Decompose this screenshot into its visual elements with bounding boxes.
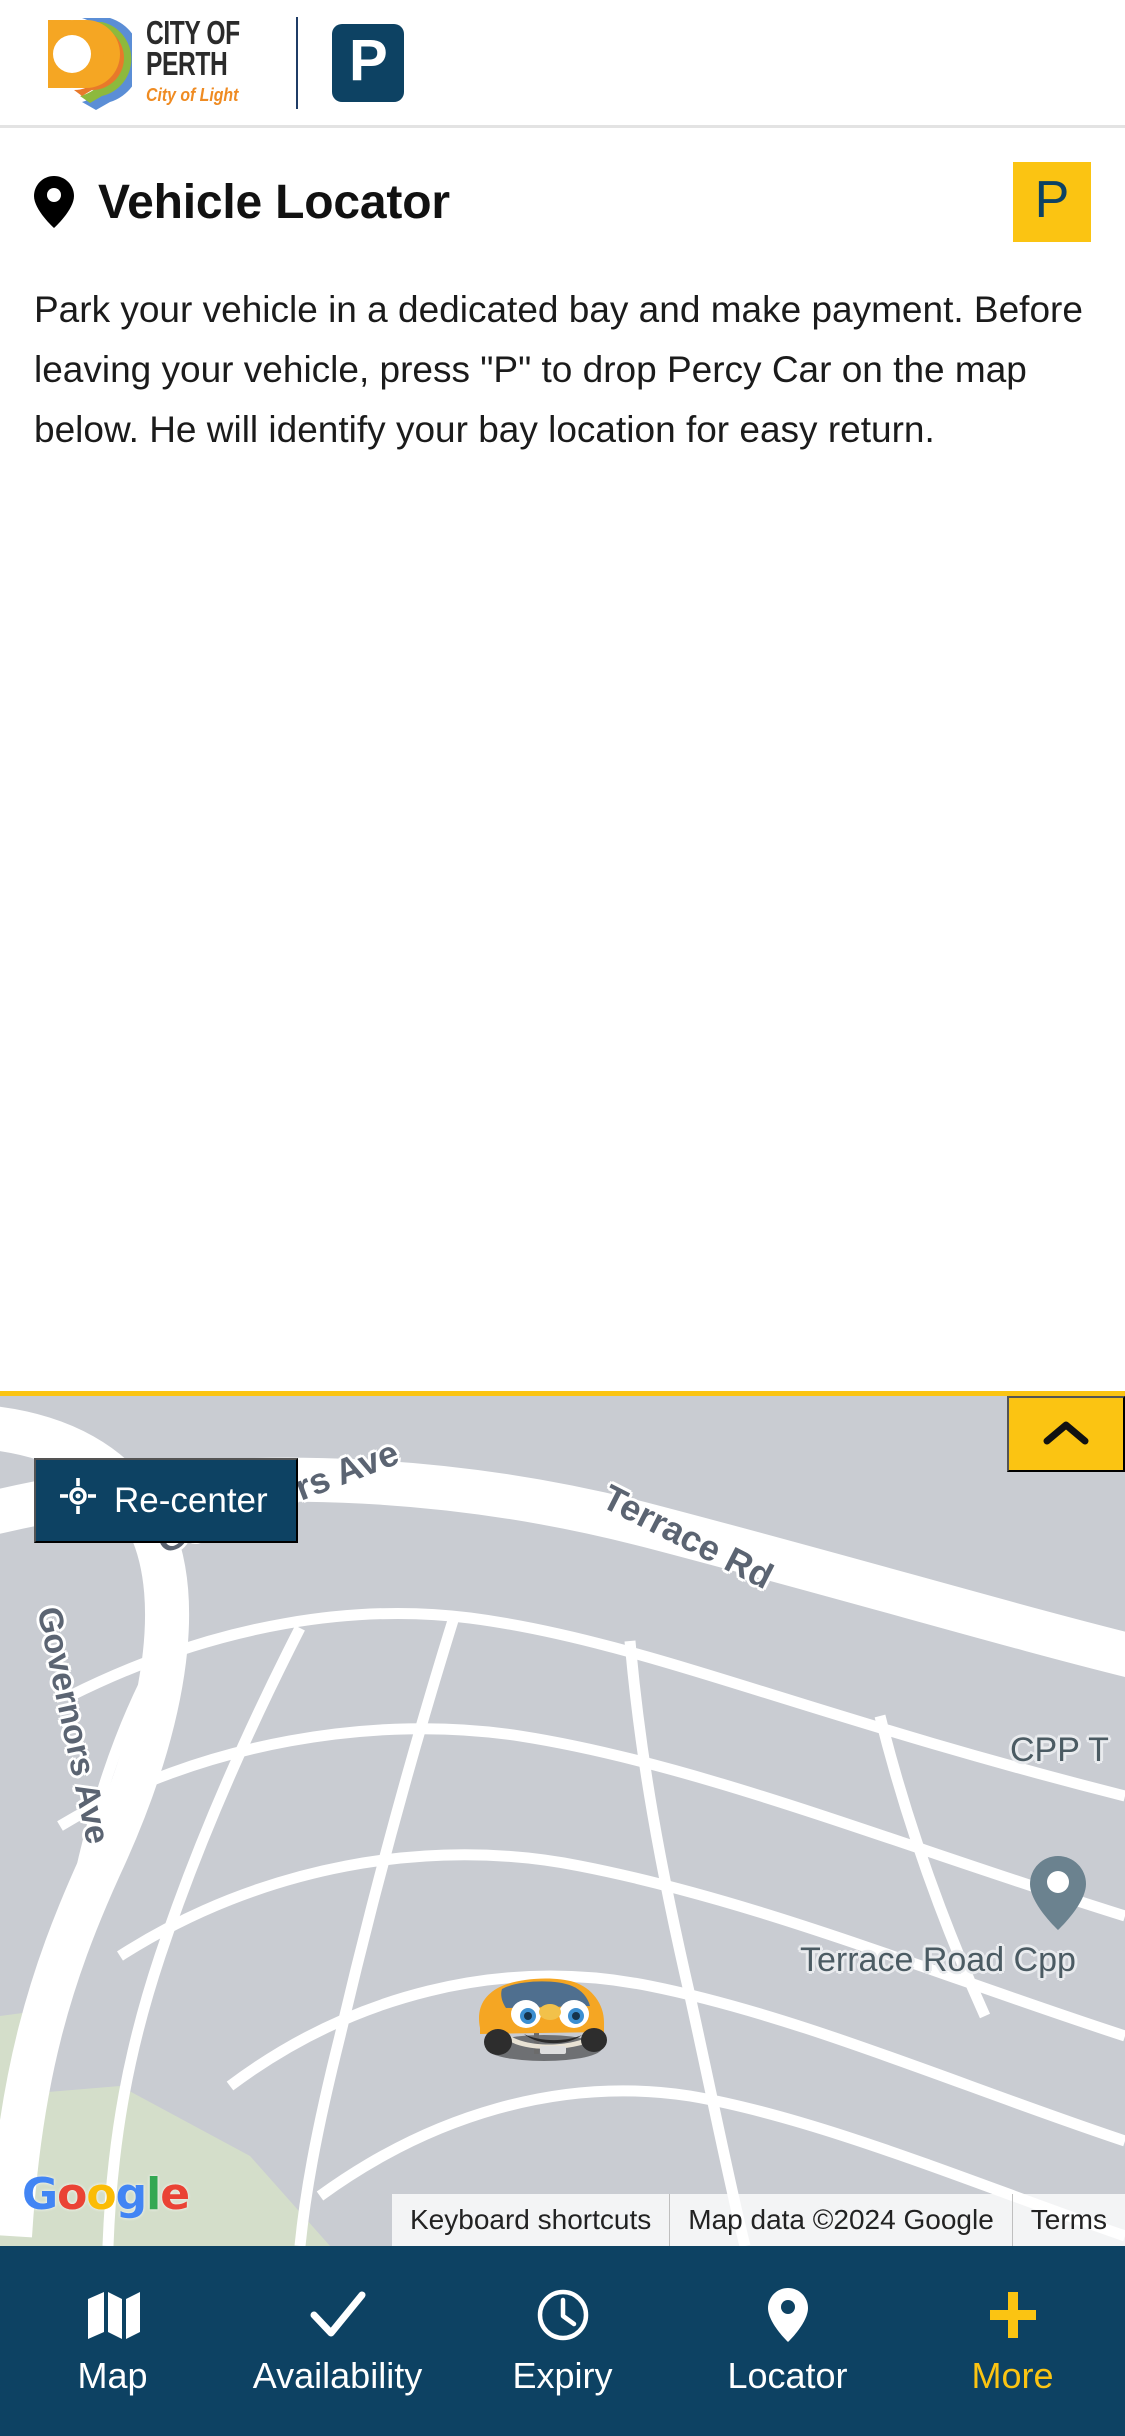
city-of-perth-wordmark: CITY OF PERTH City of Light <box>146 16 260 107</box>
map-pin-icon <box>767 2288 808 2342</box>
logo-line-perth: PERTH <box>146 46 228 83</box>
nav-item-availability[interactable]: Availability <box>225 2288 450 2394</box>
page-title-row: Vehicle Locator P <box>0 128 1125 242</box>
google-logo-g1: G <box>22 2169 58 2220</box>
app-root: CITY OF PERTH City of Light P Vehicle Lo… <box>0 0 1125 2436</box>
collapse-map-button[interactable] <box>1007 1396 1125 1472</box>
recenter-button[interactable]: Re-center <box>34 1458 298 1543</box>
keyboard-shortcuts-link[interactable]: Keyboard shortcuts <box>392 2194 669 2246</box>
google-logo-e: e <box>160 2169 190 2220</box>
nav-label-locator: Locator <box>727 2355 848 2396</box>
map-attribution-bar: Keyboard shortcuts Map data ©2024 Google… <box>392 2194 1125 2246</box>
terrace-road-cpp-pin-icon[interactable] <box>1030 1856 1086 1935</box>
check-icon <box>310 2288 366 2342</box>
place-label-terrace-road-cpp: Terrace Road Cpp <box>800 1941 1076 1979</box>
city-of-perth-swirl-icon <box>40 16 141 110</box>
gps-crosshair-icon <box>60 1478 96 1523</box>
parking-app-badge: P <box>332 23 405 102</box>
nav-label-map: Map <box>77 2355 148 2396</box>
recenter-button-label: Re-center <box>114 1480 268 1520</box>
nav-item-map[interactable]: Map <box>0 2288 225 2394</box>
google-logo-g2: g <box>115 2169 147 2220</box>
content-spacer <box>0 460 1125 1391</box>
logo-tagline: City of Light <box>146 85 239 105</box>
map-data-text: Map data ©2024 Google <box>688 2204 994 2235</box>
plus-icon <box>986 2288 1040 2342</box>
nav-item-expiry[interactable]: Expiry <box>450 2288 675 2394</box>
clock-icon <box>536 2288 590 2342</box>
google-logo-o2: o <box>86 2169 116 2220</box>
nav-item-locator[interactable]: Locator <box>675 2288 900 2394</box>
brand-header: CITY OF PERTH City of Light P <box>0 0 1125 128</box>
chevron-up-icon <box>1043 1419 1089 1450</box>
drop-percy-button-letter: P <box>1034 171 1070 229</box>
nav-label-availability: Availability <box>252 2355 423 2396</box>
nav-label-expiry: Expiry <box>512 2355 613 2396</box>
map-folded-icon <box>86 2288 140 2342</box>
terms-link[interactable]: Terms <box>1013 2194 1125 2246</box>
place-label-cpp-t: CPP T <box>1010 1731 1109 1769</box>
page-description: Park your vehicle in a dedicated bay and… <box>34 289 1083 450</box>
google-logo: Google <box>22 2169 190 2220</box>
percy-car-marker-graphic[interactable] <box>462 1956 617 2071</box>
bottom-navigation: Map Availability Expiry Locator More <box>0 2246 1125 2436</box>
google-logo-l: l <box>146 2169 161 2220</box>
page-title: Vehicle Locator <box>98 175 450 229</box>
nav-label-more: More <box>971 2355 1054 2396</box>
city-of-perth-logo: CITY OF PERTH City of Light <box>40 16 260 110</box>
google-logo-o1: o <box>57 2169 87 2220</box>
nav-item-more[interactable]: More <box>900 2288 1125 2394</box>
map-pin-icon <box>34 176 74 228</box>
header-divider <box>296 16 299 109</box>
parking-app-badge-letter: P <box>348 27 388 93</box>
map-view[interactable]: Governors Ave Terrace Rd Governors Ave C… <box>0 1391 1125 2246</box>
drop-percy-button[interactable]: P <box>1013 162 1091 242</box>
